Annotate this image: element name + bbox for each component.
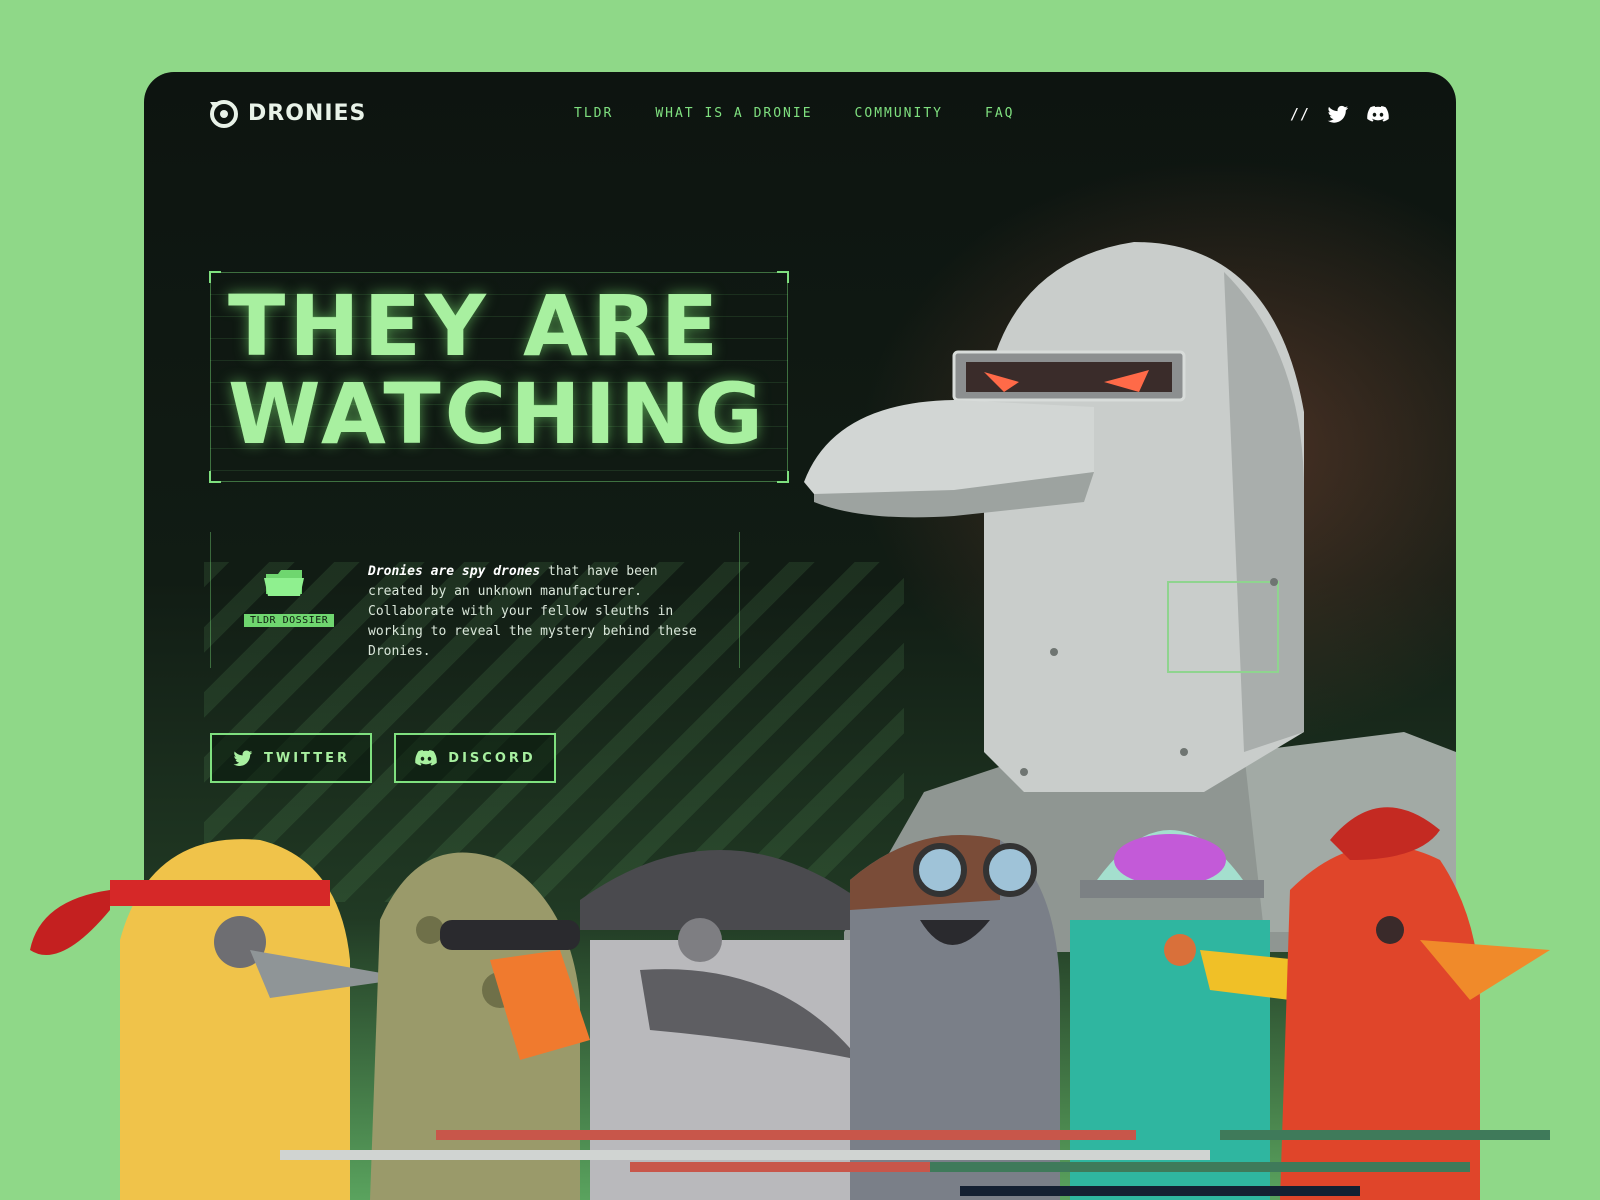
- dossier-badge: TLDR DOSSIER: [244, 614, 335, 627]
- social-separator: //: [1289, 105, 1310, 123]
- dronie-aviator: [850, 835, 1060, 1200]
- headline-line-2: WATCHING: [228, 365, 768, 463]
- nav-link-faq[interactable]: FAQ: [985, 106, 1014, 121]
- glitch-bar: [436, 1130, 1136, 1140]
- page-headline: THEY ARE WATCHING: [228, 282, 767, 458]
- discord-button[interactable]: DISCORD: [394, 733, 556, 783]
- main-nav: TLDR WHAT IS A DRONIE COMMUNITY FAQ: [574, 106, 1014, 121]
- twitter-icon[interactable]: [1326, 102, 1350, 126]
- frame-corner: [777, 271, 789, 283]
- dronie-characters-illustration: [30, 807, 1550, 1200]
- dronie-camo: [370, 852, 590, 1200]
- nav-link-tldr[interactable]: TLDR: [574, 106, 613, 121]
- dronie-yellow-bandana: [30, 839, 410, 1200]
- social-links: //: [1290, 102, 1390, 126]
- twitter-icon: [233, 750, 253, 766]
- glitch-bar: [960, 1186, 1360, 1196]
- nav-link-community[interactable]: COMMUNITY: [855, 106, 943, 121]
- glitch-bar: [1220, 1130, 1550, 1140]
- dossier-description: Dronies are spy drones that have been cr…: [368, 562, 718, 662]
- glitch-bar: [280, 1150, 1210, 1160]
- glitch-bar: [930, 1162, 1470, 1172]
- brand-logo[interactable]: DRONIES: [208, 98, 366, 128]
- folder-icon: [264, 570, 304, 596]
- headline-line-1: THEY ARE: [228, 277, 723, 375]
- brand-name: DRONIES: [248, 100, 367, 126]
- discord-icon: [415, 750, 438, 766]
- nav-link-what-is-a-dronie[interactable]: WHAT IS A DRONIE: [655, 106, 812, 121]
- frame-corner: [209, 471, 221, 483]
- dronie-red-rooster: [1280, 807, 1550, 1200]
- discord-icon[interactable]: [1366, 102, 1390, 126]
- twitter-button[interactable]: TWITTER: [210, 733, 372, 783]
- twitter-button-label: TWITTER: [264, 750, 350, 766]
- frame-corner: [777, 471, 789, 483]
- frame-corner: [209, 271, 221, 283]
- dronie-brain-dome: [1070, 830, 1300, 1200]
- glitch-bar: [630, 1162, 930, 1172]
- dronies-logo-icon: [210, 100, 238, 128]
- dronie-plague-doctor: [580, 850, 860, 1200]
- dossier-emphasis: Dronies are spy drones: [368, 564, 541, 579]
- discord-button-label: DISCORD: [448, 750, 536, 766]
